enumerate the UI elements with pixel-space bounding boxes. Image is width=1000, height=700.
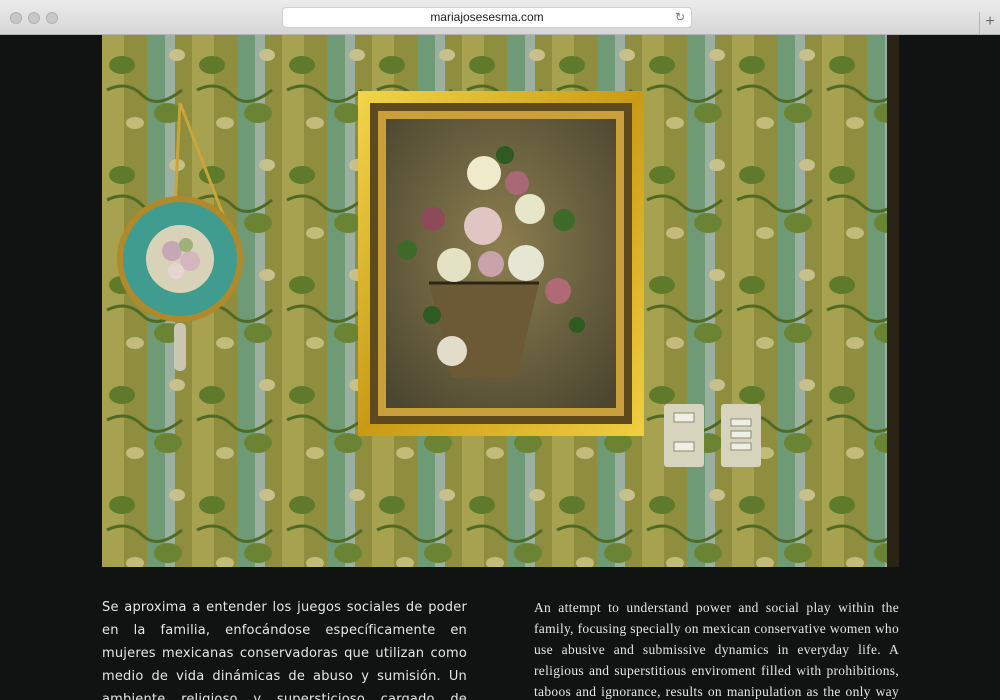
reload-icon[interactable]: ↻ xyxy=(675,8,685,27)
hero-photo xyxy=(102,35,899,567)
minimize-window-button[interactable] xyxy=(28,12,40,24)
address-bar[interactable]: mariajosesesma.com ↻ xyxy=(282,7,692,28)
close-window-button[interactable] xyxy=(10,12,22,24)
page-viewport: Se aproxima a entender los juegos social… xyxy=(0,35,1000,700)
address-text: mariajosesesma.com xyxy=(430,10,544,24)
plus-icon[interactable]: + xyxy=(979,12,1000,34)
zoom-window-button[interactable] xyxy=(46,12,58,24)
description-english: An attempt to understand power and socia… xyxy=(534,599,899,699)
browser-titlebar: mariajosesesma.com ↻ + xyxy=(0,0,1000,35)
description-spanish: Se aproxima a entender los juegos social… xyxy=(102,600,467,700)
